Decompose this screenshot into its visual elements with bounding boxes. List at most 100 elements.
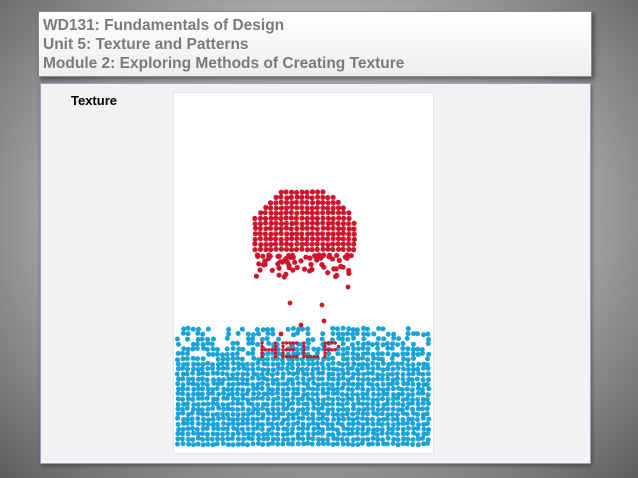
- water-dot: [356, 346, 361, 352]
- water-dot: [305, 345, 311, 351]
- water-dot: [184, 405, 190, 411]
- water-dot: [185, 351, 190, 357]
- water-dot: [405, 362, 411, 368]
- water-dot: [390, 422, 396, 428]
- sun-dot: [278, 221, 284, 227]
- sun-dot: [288, 210, 294, 216]
- water-dot: [405, 346, 411, 352]
- sun-dot: [315, 189, 321, 195]
- water-dot: [270, 406, 276, 412]
- section-label: Texture: [71, 93, 117, 108]
- water-dot: [380, 361, 386, 366]
- water-dot: [240, 406, 246, 412]
- water-dot: [405, 436, 411, 442]
- water-dot: [290, 381, 296, 387]
- water-dot: [305, 406, 311, 412]
- water-dot: [336, 376, 341, 382]
- water-dot: [390, 411, 395, 417]
- water-dot: [305, 396, 311, 402]
- sun-dot: [273, 210, 279, 216]
- sun-dot: [252, 241, 258, 247]
- water-dot: [371, 331, 377, 337]
- water-dot: [186, 441, 192, 447]
- water-dot: [399, 361, 405, 367]
- water-dot: [330, 337, 335, 343]
- water-dot: [180, 386, 186, 392]
- water-dot: [310, 411, 316, 417]
- sun-dot: [325, 215, 331, 221]
- water-dot: [425, 331, 431, 337]
- water-dot: [424, 406, 430, 412]
- water-dot: [225, 365, 230, 371]
- water-dot: [310, 436, 316, 442]
- sun-dot: [330, 246, 336, 252]
- water-dot: [190, 426, 195, 431]
- water-dot: [240, 371, 246, 377]
- sun-dot: [336, 257, 342, 263]
- help-letter-dot: [291, 341, 295, 345]
- water-dot: [415, 426, 421, 431]
- water-dot: [426, 351, 432, 357]
- sun-dot: [335, 231, 342, 237]
- water-dot: [265, 331, 271, 336]
- water-dot: [404, 405, 410, 411]
- water-dot: [270, 331, 276, 337]
- water-dot: [271, 411, 276, 417]
- water-dot: [344, 437, 350, 442]
- water-dot: [365, 411, 370, 417]
- water-dot: [235, 416, 241, 422]
- help-letter-dot: [260, 348, 264, 352]
- water-dot: [226, 376, 232, 382]
- water-dot: [394, 380, 400, 386]
- sun-dot: [340, 221, 346, 227]
- water-dot: [420, 371, 426, 377]
- water-dot: [290, 436, 296, 442]
- water-dot: [205, 401, 211, 407]
- sun-dot: [263, 246, 269, 253]
- water-dot: [290, 371, 296, 377]
- water-dot: [290, 406, 295, 412]
- sun-dot: [273, 205, 279, 211]
- water-dot: [175, 431, 181, 437]
- water-dot: [406, 371, 412, 377]
- water-dot: [400, 391, 406, 397]
- sun-dot: [283, 215, 289, 221]
- water-dot: [280, 401, 286, 407]
- sun-dot: [268, 220, 274, 226]
- water-dot: [239, 356, 245, 362]
- sun-dot: [283, 271, 289, 277]
- water-dot: [385, 396, 391, 402]
- sun-dot: [309, 200, 316, 206]
- water-dot: [200, 411, 206, 417]
- sun-dot: [289, 189, 295, 195]
- water-dot: [404, 336, 410, 341]
- water-dot: [219, 381, 225, 386]
- sun-dot: [346, 221, 352, 227]
- water-dot: [274, 377, 280, 383]
- water-dot: [355, 436, 361, 442]
- water-dot: [311, 426, 317, 432]
- water-dot: [335, 420, 341, 426]
- water-dot: [390, 430, 395, 436]
- water-dot: [270, 401, 276, 407]
- sun-dot: [283, 241, 290, 247]
- water-dot: [220, 402, 226, 408]
- sun-dot: [304, 236, 310, 242]
- water-dot: [370, 391, 376, 397]
- sun-dot: [325, 195, 331, 201]
- sun-dot: [257, 231, 263, 237]
- water-dot: [379, 376, 385, 382]
- water-dot: [254, 327, 260, 332]
- water-dot: [195, 356, 201, 362]
- sun-dot: [325, 225, 331, 231]
- water-dot: [339, 385, 345, 391]
- water-dot: [215, 426, 221, 432]
- water-dot: [280, 361, 286, 366]
- sun-dot: [315, 236, 321, 242]
- water-dot: [181, 346, 187, 352]
- water-dot: [380, 326, 386, 332]
- water-dot: [395, 426, 401, 432]
- water-dot: [240, 387, 246, 393]
- water-dot: [346, 326, 352, 332]
- water-dot: [405, 392, 411, 398]
